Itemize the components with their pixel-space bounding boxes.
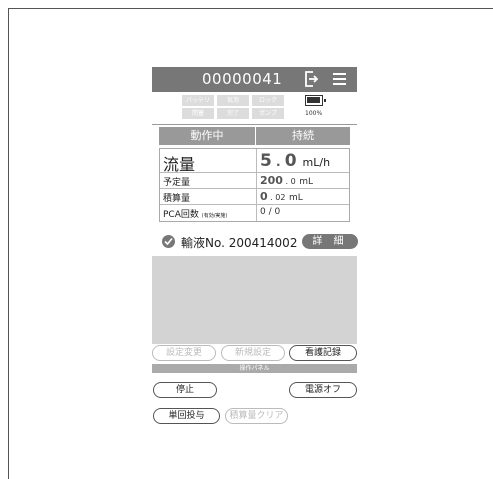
detail-button[interactable]: 詳 細 — [302, 234, 358, 249]
scheduled-row: 予定量 200 . 0 mL — [160, 173, 349, 189]
pump-screen: 00000041 バッテリ 気泡 ロック 閉塞 完了 ポンプ 100% 動作中 … — [152, 67, 358, 429]
logout-icon[interactable] — [304, 71, 318, 87]
flow-unit: mL/h — [302, 156, 331, 169]
status-header: 動作中 持続 — [159, 127, 350, 145]
message-area — [152, 256, 357, 344]
title-bar: 00000041 — [152, 67, 357, 92]
scheduled-label: 予定量 — [163, 178, 191, 188]
clear-accumulated-button[interactable]: 積算量クリア — [225, 408, 288, 424]
nursing-record-button[interactable]: 看護記録 — [289, 345, 357, 361]
indicator-occlusion: 閉塞 — [182, 108, 214, 119]
change-settings-button[interactable]: 設定変更 — [152, 345, 216, 361]
indicator-lock: ロック — [252, 95, 284, 106]
accumulated-unit: mL — [288, 193, 303, 203]
operation-panel-label: 操作パネル — [152, 364, 357, 373]
power-off-button[interactable]: 電源オフ — [289, 382, 357, 398]
operation-panel: 設定変更 新規設定 看護記録 操作パネル 停止 電源オフ 単回投与 積算量クリア — [152, 344, 357, 426]
pca-row: PCA回数 (有効/実施) 0 / 0 — [160, 205, 349, 221]
readings-table: 流量 5 . 0 mL/h 予定量 200 . 0 mL 積算量 0 . 02 … — [159, 148, 350, 222]
indicator-air-bubble: 気泡 — [217, 95, 249, 106]
scheduled-value-dec: 0 — [290, 177, 296, 186]
indicator-pump: ポンプ — [252, 108, 284, 119]
accumulated-value-dec: 02 — [275, 193, 286, 202]
flow-value-dec: 0 — [284, 151, 297, 171]
battery-percent: 100% — [305, 110, 323, 117]
accumulated-value-int: 0 — [260, 190, 268, 203]
accumulated-label: 積算量 — [163, 194, 191, 204]
battery-icon — [305, 95, 326, 106]
flow-label: 流量 — [163, 155, 196, 174]
pca-label: PCA回数 — [163, 210, 199, 220]
pca-sublabel: (有効/実施) — [201, 213, 228, 219]
indicator-battery: バッテリ — [182, 95, 214, 106]
device-number: 00000041 — [202, 70, 283, 88]
divider — [152, 124, 357, 125]
scheduled-value-int: 200 — [260, 174, 283, 187]
flow-value-int: 5 — [260, 151, 272, 171]
indicator-complete: 完了 — [217, 108, 249, 119]
infusion-row: 輸液No. 200414002 詳 細 — [162, 234, 358, 252]
scheduled-unit: mL — [299, 177, 313, 187]
flow-row: 流量 5 . 0 mL/h — [160, 149, 349, 174]
status-indicators: バッテリ 気泡 ロック 閉塞 完了 ポンプ — [182, 95, 284, 119]
infusion-number: 輸液No. 200414002 — [181, 236, 298, 250]
hamburger-menu-icon[interactable] — [333, 73, 346, 85]
stop-button[interactable]: 停止 — [153, 382, 217, 398]
single-dose-button[interactable]: 単回投与 — [153, 408, 220, 424]
accumulated-row: 積算量 0 . 02 mL — [160, 189, 349, 205]
run-state: 動作中 — [190, 129, 224, 142]
pca-value: 0 / 0 — [260, 207, 281, 217]
run-mode: 持続 — [292, 129, 314, 142]
new-settings-button[interactable]: 新規設定 — [221, 345, 285, 361]
check-circle-icon — [162, 235, 175, 248]
